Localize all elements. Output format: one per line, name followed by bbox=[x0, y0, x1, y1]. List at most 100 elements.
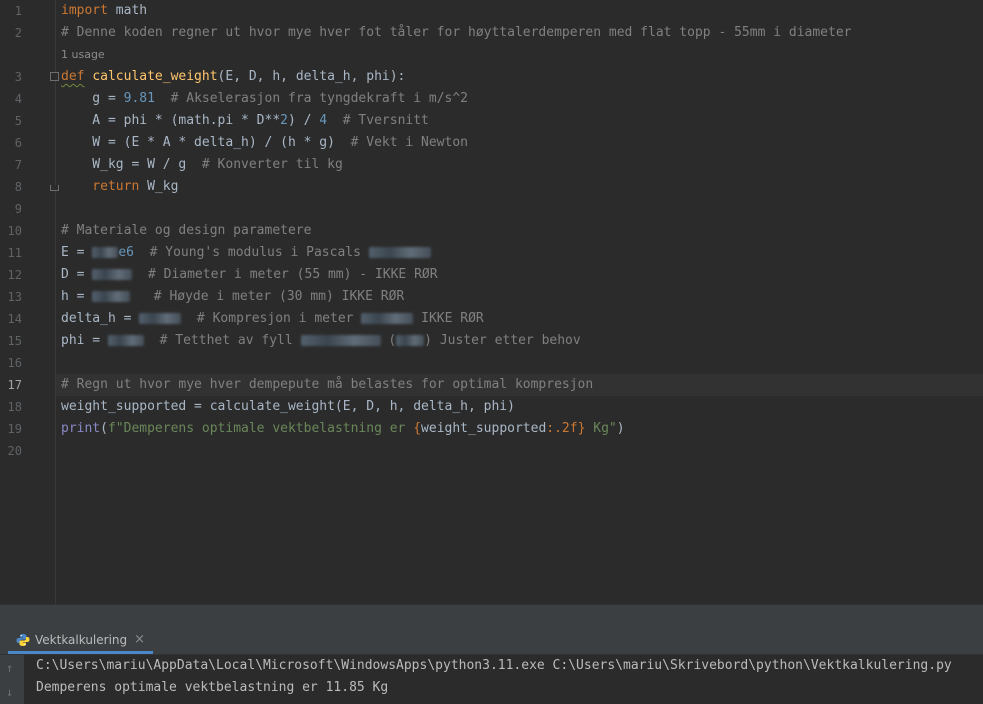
number: 2 bbox=[280, 113, 288, 128]
code-line-8[interactable]: return W_kg bbox=[61, 176, 178, 198]
line-number: 15 bbox=[7, 334, 22, 348]
code-line-18[interactable]: weight_supported = calculate_weight(E, D… bbox=[61, 396, 515, 418]
assignment: D = bbox=[61, 267, 93, 282]
string-literal: f"Demperens optimale vektbelastning er bbox=[107, 421, 414, 436]
line-number: 5 bbox=[14, 114, 22, 128]
code-line-15[interactable]: phi = # Tetthet av fyll ( ) Juster etter … bbox=[61, 330, 581, 352]
run-console[interactable]: ↑ ↓ C:\Users\mariu\AppData\Local\Microso… bbox=[0, 655, 983, 704]
redacted-text bbox=[361, 313, 414, 324]
return-value: W_kg bbox=[139, 179, 179, 194]
redacted-text bbox=[368, 247, 431, 258]
comment: # Young's modulus i Pascals bbox=[133, 245, 369, 260]
comment: # Denne koden regner ut hvor mye hver fo… bbox=[61, 25, 852, 40]
comment: # Høyde i meter (30 mm) IKKE RØR bbox=[130, 289, 405, 304]
redacted-value bbox=[92, 291, 131, 302]
fold-end-icon[interactable] bbox=[50, 185, 59, 191]
assignment: h = bbox=[61, 289, 93, 304]
close-icon[interactable]: × bbox=[134, 632, 145, 647]
code-line-2[interactable]: # Denne koden regner ut hvor mye hver fo… bbox=[61, 22, 852, 44]
code-line-10[interactable]: # Materiale og design parametere bbox=[61, 220, 311, 242]
code-line-13[interactable]: h = # Høyde i meter (30 mm) IKKE RØR bbox=[61, 286, 404, 308]
line-number: 16 bbox=[7, 356, 22, 370]
line-number-current: 17 bbox=[7, 378, 22, 392]
comment: ( bbox=[380, 333, 397, 348]
format-spec: :.2f bbox=[546, 421, 578, 436]
code-line-3[interactable]: def calculate_weight(E, D, h, delta_h, p… bbox=[61, 66, 405, 88]
line-number: 8 bbox=[14, 180, 22, 194]
line-number: 18 bbox=[7, 400, 22, 414]
comment: # Regn ut hvor mye hver dempepute må bel… bbox=[61, 377, 594, 392]
number: 4 bbox=[319, 113, 328, 128]
line-number: 7 bbox=[14, 158, 22, 172]
line-number: 12 bbox=[7, 268, 22, 282]
scroll-up-arrow-icon[interactable]: ↑ bbox=[6, 661, 13, 675]
fold-collapse-icon[interactable] bbox=[50, 72, 59, 81]
builtin-function: print bbox=[61, 421, 101, 436]
comment: # Akselerasjon fra tyngdekraft i m/s^2 bbox=[154, 91, 469, 106]
redacted-text bbox=[300, 335, 381, 346]
code-line-11[interactable]: E = e6 # Young's modulus i Pascals bbox=[61, 242, 431, 264]
string-literal: Kg" bbox=[585, 421, 617, 436]
function-name: calculate_weight bbox=[92, 69, 218, 84]
code-line-19[interactable]: print(f"Demperens optimale vektbelastnin… bbox=[61, 418, 625, 440]
module-name: math bbox=[107, 3, 148, 18]
redacted-value bbox=[107, 335, 144, 346]
operator: ) / bbox=[287, 113, 320, 128]
python-icon bbox=[16, 633, 30, 646]
comment: # Diameter i meter (55 mm) - IKKE RØR bbox=[132, 267, 438, 282]
comment: IKKE RØR bbox=[413, 311, 484, 326]
code-line-14[interactable]: delta_h = # Kompresjon i meter IKKE RØR bbox=[61, 308, 484, 330]
line-number: 20 bbox=[7, 444, 22, 458]
keyword: import bbox=[61, 3, 108, 18]
comment: # Tversnitt bbox=[327, 113, 429, 128]
number: 9.81 bbox=[123, 91, 155, 106]
line-number: 14 bbox=[7, 312, 22, 326]
assignment: A = phi * (math.pi * D** bbox=[61, 113, 281, 128]
line-number: 11 bbox=[7, 246, 22, 260]
comment: # Tetthet av fyll bbox=[143, 333, 301, 348]
console-command-line: C:\Users\mariu\AppData\Local\Microsoft\W… bbox=[36, 658, 952, 673]
code-line-4[interactable]: g = 9.81 # Akselerasjon fra tyngdekraft … bbox=[61, 88, 468, 110]
parameters: (E, D, h, delta_h, phi): bbox=[217, 69, 406, 84]
assignment: phi = bbox=[61, 333, 108, 348]
code-editor[interactable]: 1 2 3 4 5 6 7 8 9 10 11 12 13 14 15 16 1… bbox=[0, 0, 983, 604]
line-number: 4 bbox=[14, 92, 22, 106]
run-tool-window-header: Vektkalkulering × bbox=[0, 628, 983, 655]
code-line-17[interactable]: # Regn ut hvor mye hver dempepute må bel… bbox=[61, 374, 593, 396]
assignment: delta_h = bbox=[61, 311, 140, 326]
line-number: 6 bbox=[14, 136, 22, 150]
code-line-12[interactable]: D = # Diameter i meter (55 mm) - IKKE RØ… bbox=[61, 264, 438, 286]
paren: ) bbox=[616, 421, 625, 436]
comment: ) Juster etter behov bbox=[424, 333, 581, 348]
assignment: W = (E * A * delta_h) / (h * g) bbox=[61, 135, 335, 150]
panel-separator[interactable] bbox=[0, 604, 983, 629]
line-number: 9 bbox=[14, 202, 22, 216]
run-tab[interactable]: Vektkalkulering × bbox=[8, 628, 154, 654]
comment: # Vekt i Newton bbox=[334, 135, 468, 150]
number: e6 bbox=[118, 245, 134, 260]
comment: # Materiale og design parametere bbox=[61, 223, 312, 238]
code-line-1[interactable]: import math bbox=[61, 0, 147, 22]
line-number-gutter: 1 2 3 4 5 6 7 8 9 10 11 12 13 14 15 16 1… bbox=[0, 0, 59, 604]
paren: ( bbox=[100, 421, 108, 436]
keyword: def bbox=[61, 69, 85, 84]
brace: { bbox=[413, 421, 422, 436]
function-call: weight_supported = calculate_weight(E, D… bbox=[61, 399, 515, 414]
line-number: 10 bbox=[7, 224, 22, 238]
redacted-value bbox=[139, 313, 182, 324]
usage-hint[interactable]: 1 usage bbox=[61, 44, 105, 66]
keyword: return bbox=[61, 179, 140, 194]
code-line-6[interactable]: W = (E * A * delta_h) / (h * g) # Vekt i… bbox=[61, 132, 468, 154]
redacted-value bbox=[92, 247, 119, 258]
console-toolbar: ↑ ↓ bbox=[0, 655, 24, 704]
comment: # Kompresjon i meter bbox=[181, 311, 362, 326]
scroll-down-arrow-icon[interactable]: ↓ bbox=[6, 685, 13, 699]
redacted-text bbox=[396, 335, 425, 346]
console-output-line: Demperens optimale vektbelastning er 11.… bbox=[36, 680, 389, 695]
code-line-7[interactable]: W_kg = W / g # Konverter til kg bbox=[61, 154, 343, 176]
comment: # Konverter til kg bbox=[186, 157, 343, 172]
fstring-expression: weight_supported bbox=[421, 421, 547, 436]
line-number: 2 bbox=[14, 26, 22, 40]
code-line-5[interactable]: A = phi * (math.pi * D**2) / 4 # Tversni… bbox=[61, 110, 429, 132]
line-number: 1 bbox=[14, 4, 22, 18]
